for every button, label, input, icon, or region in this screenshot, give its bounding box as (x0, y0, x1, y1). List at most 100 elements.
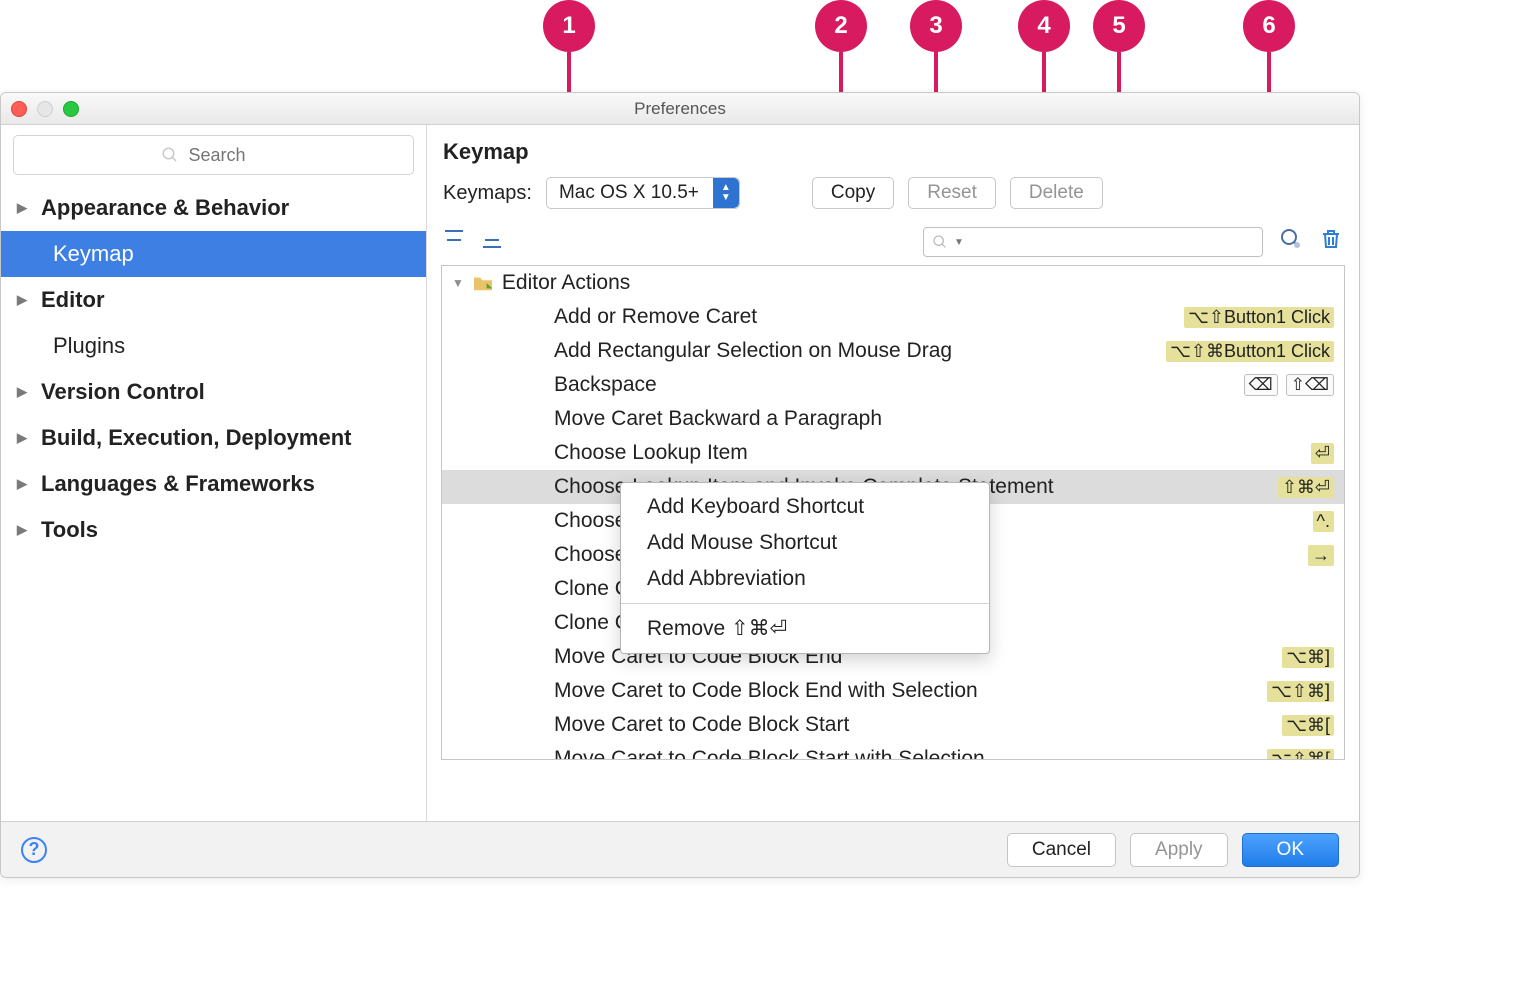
sidebar-item-plugins[interactable]: Plugins (1, 323, 426, 369)
preferences-window: Preferences ▶ Appearance & Behavior Keymap… (0, 92, 1360, 878)
sidebar-item-label: Version Control (41, 379, 205, 405)
settings-search[interactable] (13, 135, 414, 175)
action-row[interactable]: Move Caret to Code Block Start⌥⌘[ (442, 708, 1344, 742)
chevron-right-icon: ▶ (17, 522, 31, 538)
minimize-window-button[interactable] (37, 101, 53, 117)
sidebar-item-editor[interactable]: ▶ Editor (1, 277, 426, 323)
action-row[interactable]: Move Caret Backward a Paragraph (442, 402, 1344, 436)
action-shortcuts: ⌥⇧⌘Button1 Click (1166, 341, 1334, 362)
shortcut-badge: ⌥⌘[ (1282, 715, 1334, 736)
cancel-button[interactable]: Cancel (1007, 833, 1116, 867)
action-row[interactable]: Move Caret to Code Block Start with Sele… (442, 742, 1344, 760)
shortcut-badge: → (1308, 545, 1334, 566)
page-title: Keymap (427, 125, 1359, 173)
action-label: Add or Remove Caret (554, 305, 1184, 329)
settings-search-input[interactable] (187, 144, 267, 167)
action-tree[interactable]: ▼ Editor Actions Add or Remove Caret⌥⇧Bu… (441, 265, 1345, 760)
chevron-right-icon: ▶ (17, 200, 31, 216)
action-shortcuts: ⌫ ⇧⌫ (1244, 374, 1334, 396)
sidebar-item-keymap[interactable]: Keymap (1, 231, 426, 277)
keymap-select[interactable]: Mac OS X 10.5+ ▲▼ (546, 177, 740, 209)
reset-button[interactable]: Reset (908, 177, 996, 209)
action-shortcuts: ⇧⌘⏎ (1278, 477, 1334, 498)
ctx-add-mouse[interactable]: Add Mouse Shortcut (621, 525, 989, 561)
shortcut-badge: ⌥⌘] (1282, 647, 1334, 668)
zoom-window-button[interactable] (63, 101, 79, 117)
main-panel: Keymap Keymaps: Mac OS X 10.5+ ▲▼ Copy R… (427, 125, 1359, 821)
sidebar-item-label: Tools (41, 517, 98, 543)
sidebar-item-appearance-behavior[interactable]: ▶ Appearance & Behavior (1, 185, 426, 231)
chevron-right-icon: ▶ (17, 430, 31, 446)
delete-button[interactable]: Delete (1010, 177, 1103, 209)
sidebar-item-label: Languages & Frameworks (41, 471, 315, 497)
shortcut-badge: ⌫ (1244, 374, 1278, 396)
sidebar-item-label: Editor (41, 287, 105, 313)
shortcut-badge: ⇧⌫ (1286, 374, 1334, 396)
action-shortcuts: ⌥⇧⌘] (1267, 681, 1334, 702)
action-shortcuts: ⌥⌘[ (1282, 715, 1334, 736)
chevron-right-icon: ▶ (17, 476, 31, 492)
context-menu: Add Keyboard Shortcut Add Mouse Shortcut… (620, 482, 990, 654)
action-row[interactable]: Add Rectangular Selection on Mouse Drag⌥… (442, 334, 1344, 368)
keymap-toolbar: ▼ (427, 223, 1359, 265)
action-label: Move Caret to Code Block Start (554, 713, 1282, 737)
action-label: Move Caret Backward a Paragraph (554, 407, 1334, 431)
action-shortcuts: ⌥⌘] (1282, 647, 1334, 668)
shortcut-badge: ⌥⇧Button1 Click (1184, 307, 1334, 328)
action-shortcuts: → (1308, 545, 1334, 566)
search-icon (161, 146, 179, 164)
search-icon (932, 234, 948, 250)
chevron-right-icon: ▶ (17, 292, 31, 308)
trash-icon[interactable] (1319, 227, 1343, 257)
sidebar-item-tools[interactable]: ▶ Tools (1, 507, 426, 553)
action-label: Add Rectangular Selection on Mouse Drag (554, 339, 1166, 363)
action-label: Choose Lookup Item (554, 441, 1311, 465)
shortcut-badge: ^. (1313, 511, 1334, 532)
window-title: Preferences (634, 99, 726, 119)
sidebar-item-label: Plugins (53, 333, 125, 359)
sidebar-item-label: Appearance & Behavior (41, 195, 289, 221)
action-row[interactable]: Move Caret to Code Block End with Select… (442, 674, 1344, 708)
sidebar-item-label: Keymap (53, 241, 134, 267)
action-shortcuts: ⌥⇧Button1 Click (1184, 307, 1334, 328)
close-window-button[interactable] (11, 101, 27, 117)
chevron-down-icon: ▼ (452, 276, 464, 290)
settings-tree: ▶ Appearance & Behavior Keymap ▶ Editor Plugi… (1, 185, 426, 553)
keymaps-label: Keymaps: (443, 182, 532, 205)
copy-button[interactable]: Copy (812, 177, 894, 209)
action-row[interactable]: Add or Remove Caret⌥⇧Button1 Click (442, 300, 1344, 334)
ctx-add-abbrev[interactable]: Add Abbreviation (621, 561, 989, 597)
action-search[interactable]: ▼ (923, 227, 1263, 257)
shortcut-badge: ⌥⇧⌘] (1267, 681, 1334, 702)
action-label: Backspace (554, 373, 1244, 397)
settings-sidebar: ▶ Appearance & Behavior Keymap ▶ Editor Plugi… (1, 125, 427, 821)
apply-button[interactable]: Apply (1130, 833, 1228, 867)
dialog-footer: ? Cancel Apply OK (1, 821, 1359, 877)
action-label: Move Caret to Code Block End with Select… (554, 679, 1267, 703)
help-button[interactable]: ? (21, 837, 47, 863)
action-shortcuts: ⏎ (1311, 443, 1334, 464)
keymap-selector-row: Keymaps: Mac OS X 10.5+ ▲▼ Copy Reset De… (427, 173, 1359, 223)
action-shortcuts: ⌥⇧⌘[ (1267, 749, 1334, 761)
find-by-shortcut-icon[interactable] (1279, 227, 1303, 257)
collapse-all-icon[interactable] (481, 228, 503, 256)
action-label: Move Caret to Code Block Start with Sele… (554, 747, 1267, 760)
sidebar-item-languages-frameworks[interactable]: ▶ Languages & Frameworks (1, 461, 426, 507)
sidebar-item-version-control[interactable]: ▶ Version Control (1, 369, 426, 415)
action-row[interactable]: Backspace⌫ ⇧⌫ (442, 368, 1344, 402)
shortcut-badge: ⏎ (1311, 443, 1334, 464)
action-row[interactable]: Choose Lookup Item⏎ (442, 436, 1344, 470)
expand-all-icon[interactable] (443, 228, 465, 256)
shortcut-badge: ⌥⇧⌘Button1 Click (1166, 341, 1334, 362)
chevron-right-icon: ▶ (17, 384, 31, 400)
dropdown-stepper-icon: ▲▼ (713, 178, 739, 208)
window-titlebar[interactable]: Preferences (1, 93, 1359, 125)
ok-button[interactable]: OK (1242, 833, 1339, 867)
sidebar-item-build-execution-deployment[interactable]: ▶ Build, Execution, Deployment (1, 415, 426, 461)
ctx-add-keyboard[interactable]: Add Keyboard Shortcut (621, 489, 989, 525)
sidebar-item-label: Build, Execution, Deployment (41, 425, 351, 451)
shortcut-badge: ⌥⇧⌘[ (1267, 749, 1334, 761)
action-shortcuts: ^. (1313, 511, 1334, 532)
ctx-remove[interactable]: Remove ⇧⌘⏎ (621, 610, 989, 647)
action-group[interactable]: ▼ Editor Actions (442, 266, 1344, 300)
